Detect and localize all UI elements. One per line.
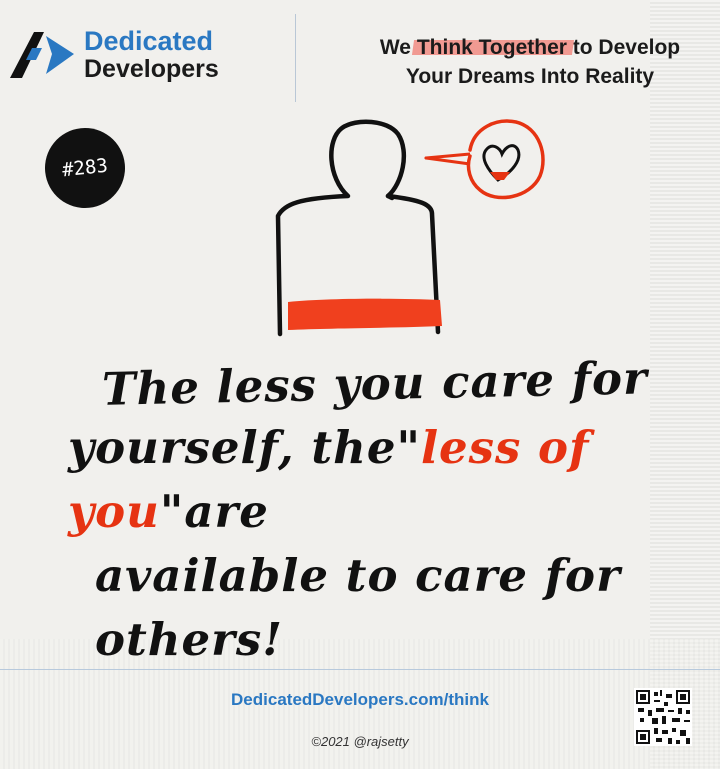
footer-copyright: ©2021 @rajsetty <box>311 734 409 749</box>
quote-line-2-end: "are <box>159 485 269 538</box>
quote-line-2-start: yourself, the" <box>68 421 421 474</box>
battery-level <box>288 298 442 330</box>
qr-code-icon[interactable] <box>634 688 692 746</box>
quote: The less you care for yourself, the"less… <box>40 351 720 672</box>
quote-line-1: The less you care for <box>101 351 649 416</box>
quote-line-3: available to care for others! <box>95 549 621 666</box>
footer-url[interactable]: DedicatedDevelopers.com/think <box>0 690 720 710</box>
tagline-highlight: Think Together <box>416 36 567 59</box>
quote-line-2: yourself, the"less of you"are <box>40 416 720 544</box>
footer-divider <box>0 669 720 670</box>
